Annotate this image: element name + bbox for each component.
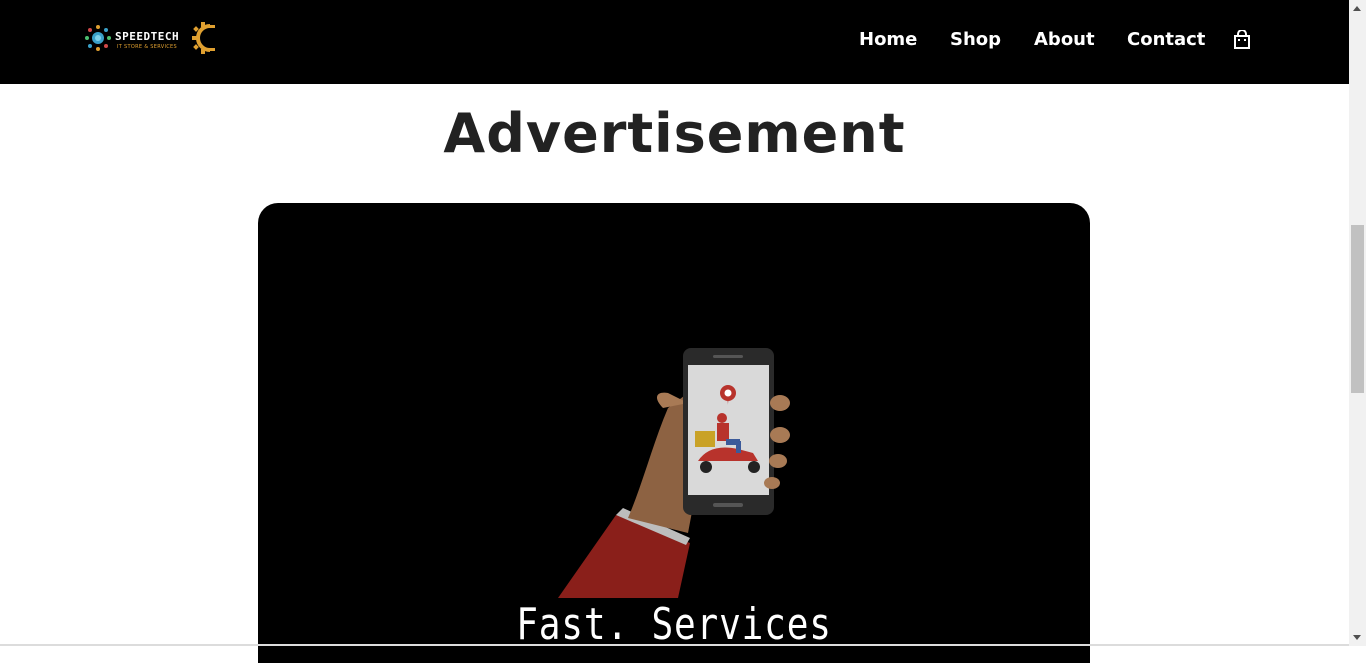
nav-home[interactable]: Home [859, 29, 917, 50]
page-title: Advertisement [443, 102, 906, 165]
vertical-scrollbar[interactable] [1349, 0, 1366, 646]
site-header: SPEEDTECH IT STORE & SERVICES Home Shop … [0, 0, 1349, 84]
nav-shop[interactable]: Shop [950, 29, 1001, 50]
scroll-up-arrow-icon[interactable] [1353, 6, 1361, 11]
scrollbar-thumb[interactable] [1351, 225, 1364, 393]
site-logo[interactable]: SPEEDTECH IT STORE & SERVICES [84, 22, 216, 56]
advertisement-banner[interactable]: Fast. Services [258, 203, 1090, 663]
logo-brand-text: SPEEDTECH [115, 30, 180, 43]
logo-tagline: IT STORE & SERVICES [117, 44, 177, 50]
nav-about[interactable]: About [1034, 29, 1095, 50]
shopping-bag-icon[interactable] [1233, 30, 1251, 50]
phone-delivery-scooter-icon [558, 348, 790, 598]
network-dots-icon [85, 25, 111, 51]
ad-caption: Fast. Services [516, 599, 832, 650]
scroll-down-arrow-icon[interactable] [1353, 635, 1361, 640]
gear-icon [192, 22, 215, 54]
nav-contact[interactable]: Contact [1127, 29, 1205, 50]
